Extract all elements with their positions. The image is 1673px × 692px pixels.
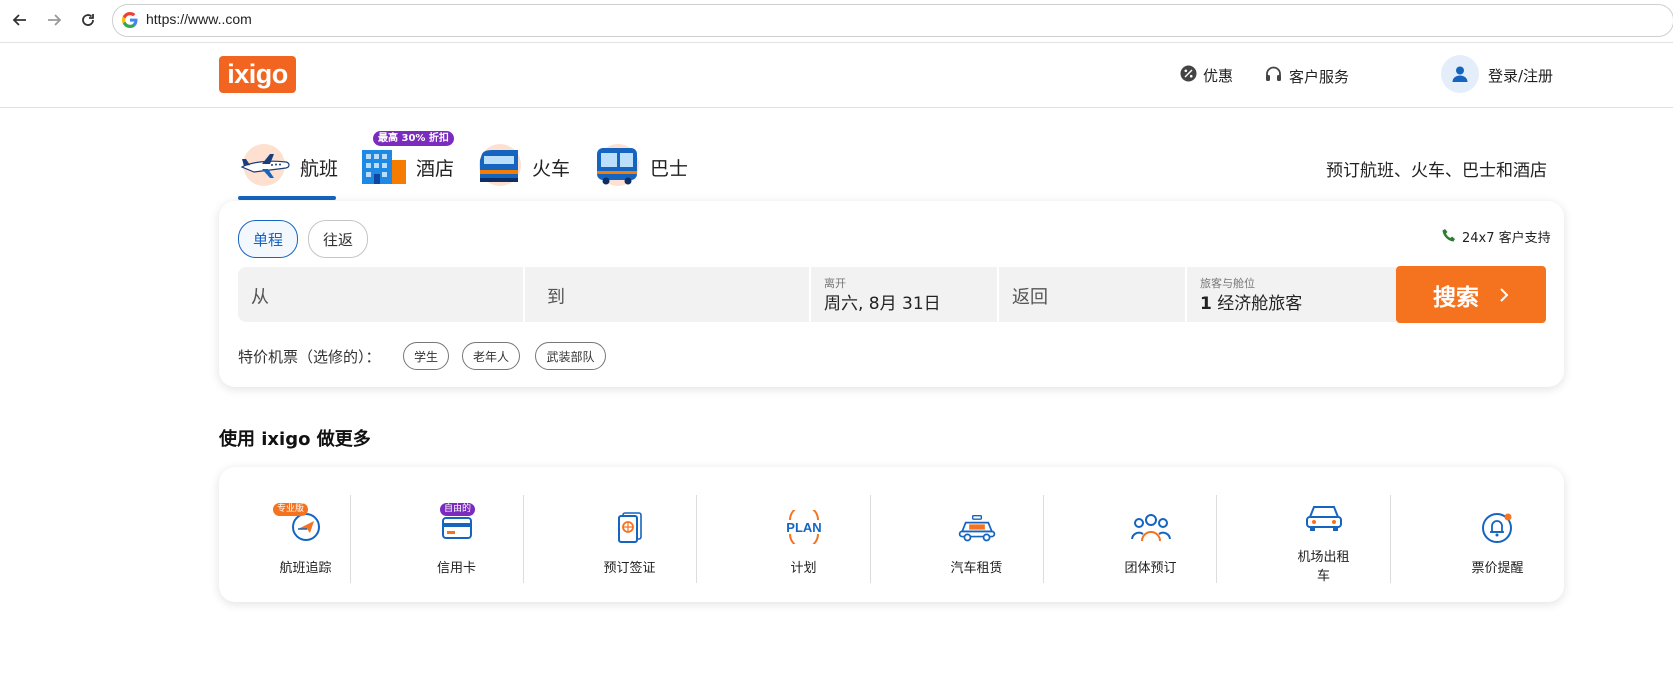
- airplane-icon: [240, 142, 292, 193]
- svg-text:PLAN: PLAN: [786, 520, 821, 535]
- tab-trains-label: 火车: [532, 157, 571, 180]
- tab-flights[interactable]: 航班: [240, 143, 338, 191]
- tab-buses-label: 巴士: [650, 157, 689, 180]
- pro-badge: 专业版: [273, 503, 309, 516]
- tab-flights-label: 航班: [300, 157, 339, 180]
- feature-car-rental[interactable]: 汽车租赁: [890, 467, 1063, 602]
- special-fares-label: 特价机票（选修的）：: [238, 348, 381, 366]
- site-header: ixigo 优惠 客户服务 登录/注册: [0, 43, 1673, 108]
- reload-icon[interactable]: [76, 8, 100, 32]
- user-avatar[interactable]: [1441, 55, 1479, 93]
- depart-value: 周六, 8月 31日: [824, 294, 941, 314]
- train-icon: [476, 142, 524, 193]
- page-tagline: 预订航班、火车、巴士和酒店: [1326, 161, 1547, 181]
- divider: [1216, 495, 1217, 583]
- tab-hotels-label: 酒店: [416, 157, 455, 180]
- search-button[interactable]: 搜索: [1396, 266, 1546, 323]
- airport-cab-icon: [1304, 499, 1344, 539]
- support-label: 24x7 客户支持: [1462, 231, 1551, 246]
- plan-icon: PLAN: [784, 507, 824, 547]
- address-bar[interactable]: https://www..com: [112, 4, 1673, 37]
- travellers-class-field[interactable]: 旅客与舱位 1 经济舱旅客: [1187, 267, 1396, 322]
- search-button-label: 搜索: [1433, 284, 1479, 311]
- passport-icon: [610, 507, 650, 547]
- chevron-right-icon: [1499, 282, 1509, 308]
- more-features-card: 专业版 航班追踪 自由的 信用卡 预订签证 PLAN 计划 汽车租赁 团体预订 …: [219, 467, 1564, 602]
- fare-chip-student[interactable]: 学生: [403, 342, 449, 370]
- feature-label: 预订签证: [603, 561, 656, 576]
- feature-label: 信用卡: [436, 561, 476, 576]
- divider: [696, 495, 697, 583]
- feature-group-booking[interactable]: 团体预订: [1064, 467, 1237, 602]
- customer-service-link[interactable]: 客户服务: [1264, 65, 1349, 88]
- return-date-field[interactable]: 返回: [999, 267, 1185, 322]
- browser-toolbar: https://www..com: [0, 0, 1673, 43]
- discount-icon: [1180, 65, 1197, 86]
- feature-fare-alert[interactable]: 票价提醒: [1411, 467, 1584, 602]
- more-section-title: 使用 ixigo 做更多: [219, 429, 371, 450]
- divider: [350, 495, 351, 583]
- fare-chip-senior[interactable]: 老年人: [462, 342, 520, 370]
- return-placeholder: 返回: [1012, 287, 1048, 308]
- feature-credit-card[interactable]: 自由的 信用卡: [370, 467, 543, 602]
- free-badge: 自由的: [440, 503, 476, 516]
- hotel-icon: [360, 142, 408, 193]
- forward-icon[interactable]: [42, 8, 66, 32]
- back-icon[interactable]: [8, 8, 32, 32]
- divider: [870, 495, 871, 583]
- to-field[interactable]: 到: [525, 267, 809, 322]
- feature-flight-tracker[interactable]: 专业版 航班追踪: [219, 467, 392, 602]
- customer-service-label: 客户服务: [1289, 68, 1350, 86]
- offers-link[interactable]: 优惠: [1180, 65, 1233, 86]
- from-field[interactable]: 从: [238, 267, 523, 322]
- tab-buses[interactable]: 巴士: [594, 143, 688, 191]
- user-icon: [1452, 66, 1468, 82]
- group-icon: [1130, 507, 1171, 547]
- from-placeholder: 从: [251, 287, 269, 308]
- divider: [523, 495, 524, 583]
- trip-type-round-trip[interactable]: 往返: [308, 220, 368, 258]
- url-text: https://www..com: [146, 11, 252, 27]
- phone-icon: [1442, 228, 1456, 246]
- google-icon: [121, 11, 139, 29]
- headset-icon: [1264, 65, 1283, 88]
- login-link[interactable]: 登录/注册: [1488, 65, 1553, 86]
- feature-visa[interactable]: 预订签证: [543, 467, 716, 602]
- feature-label: 票价提醒: [1471, 561, 1524, 576]
- travellers-value: 1 经济舱旅客: [1200, 294, 1303, 314]
- taxi-icon: [957, 507, 997, 547]
- feature-label: 团体预订: [1124, 561, 1177, 576]
- ixigo-logo[interactable]: ixigo: [219, 56, 296, 93]
- divider: [1390, 495, 1391, 583]
- offers-label: 优惠: [1203, 67, 1234, 85]
- fare-alert-icon: [1478, 507, 1518, 547]
- depart-date-field[interactable]: 离开 周六, 8月 31日: [811, 267, 997, 322]
- bus-icon: [594, 142, 642, 193]
- feature-label: 汽车租赁: [950, 561, 1003, 576]
- feature-label: 计划: [790, 561, 817, 576]
- flight-search-card: 单程 往返 24x7 客户支持 从 到 离开 周六, 8月 31日 返回 旅客与…: [219, 201, 1564, 387]
- tab-trains[interactable]: 火车: [476, 143, 570, 191]
- feature-label: 航班追踪: [279, 561, 332, 576]
- support-info[interactable]: 24x7 客户支持: [1442, 227, 1551, 246]
- feature-plan[interactable]: PLAN 计划: [717, 467, 890, 602]
- trip-type-one-way[interactable]: 单程: [238, 220, 298, 258]
- hotel-discount-badge: 最高 30% 折扣: [373, 131, 454, 146]
- active-tab-indicator: [238, 196, 336, 200]
- fare-chip-armed-forces[interactable]: 武装部队: [535, 342, 606, 370]
- to-placeholder: 到: [547, 287, 565, 308]
- feature-airport-cab[interactable]: 机场出租车: [1237, 467, 1410, 602]
- feature-label: 机场出租车: [1297, 550, 1350, 584]
- tab-hotels[interactable]: 酒店: [360, 143, 454, 191]
- divider: [1043, 495, 1044, 583]
